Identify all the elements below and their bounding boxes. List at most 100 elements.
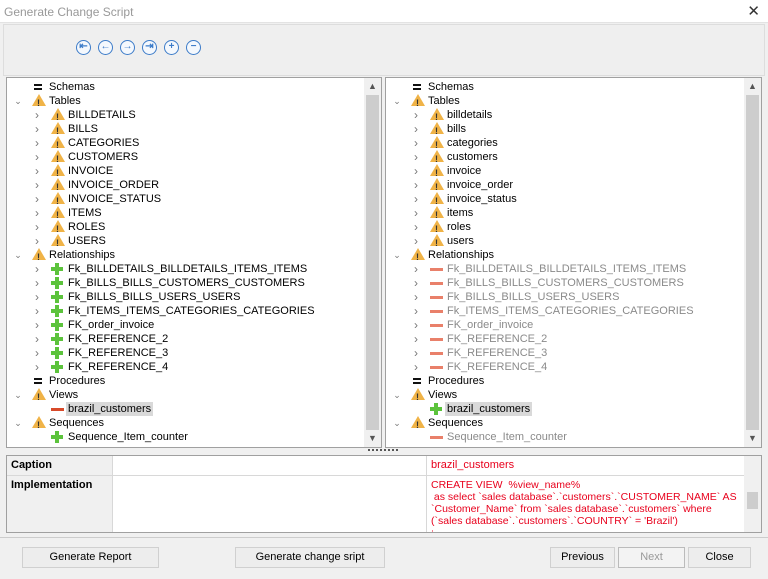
scroll-thumb[interactable] [366, 95, 379, 430]
tree-item[interactable]: › BILLDETAILS [7, 108, 362, 124]
tree-item[interactable]: › Fk_BILLDETAILS_BILLDETAILS_ITEMS_ITEMS [386, 262, 741, 276]
tree-item[interactable]: ⌄ Sequences [7, 416, 362, 432]
tree-item[interactable]: › INVOICE [7, 164, 362, 180]
chevron-right-icon[interactable]: › [411, 276, 421, 290]
chevron-right-icon[interactable]: › [411, 220, 421, 234]
tree-item[interactable]: › FK_REFERENCE_4 [7, 360, 362, 374]
tree-item[interactable]: brazil_customers [7, 402, 362, 416]
tree-item[interactable]: › Fk_BILLDETAILS_BILLDETAILS_ITEMS_ITEMS [7, 262, 362, 276]
next-button[interactable]: Next [618, 547, 685, 568]
tree-item[interactable]: ⌄ Relationships [386, 248, 741, 264]
expand-icon[interactable]: + [164, 40, 179, 55]
chevron-right-icon[interactable]: › [32, 360, 42, 374]
chevron-down-icon[interactable]: ⌄ [392, 416, 402, 430]
chevron-down-icon[interactable]: ⌄ [392, 388, 402, 402]
chevron-right-icon[interactable]: › [411, 206, 421, 220]
chevron-right-icon[interactable]: › [32, 164, 42, 178]
chevron-down-icon[interactable]: ⌄ [13, 94, 23, 108]
tree-item[interactable]: › categories [386, 136, 741, 152]
chevron-down-icon[interactable]: ⌄ [392, 248, 402, 262]
tree-item[interactable]: › items [386, 206, 741, 222]
chevron-down-icon[interactable]: ⌄ [13, 248, 23, 262]
chevron-down-icon[interactable]: ⌄ [13, 416, 23, 430]
tree-item[interactable]: › FK_order_invoice [386, 318, 741, 332]
tree-item[interactable]: ⌄ Views [7, 388, 362, 404]
chevron-right-icon[interactable]: › [32, 262, 42, 276]
chevron-down-icon[interactable]: ⌄ [392, 94, 402, 108]
chevron-right-icon[interactable]: › [32, 136, 42, 150]
tree-item[interactable]: Sequence_Item_counter [386, 430, 741, 444]
scroll-thumb[interactable] [746, 95, 759, 430]
tree-item[interactable]: › FK_REFERENCE_2 [7, 332, 362, 346]
chevron-right-icon[interactable]: › [411, 262, 421, 276]
chevron-right-icon[interactable]: › [32, 346, 42, 360]
chevron-right-icon[interactable]: › [411, 150, 421, 164]
chevron-right-icon[interactable]: › [32, 122, 42, 136]
tree-item[interactable]: ⌄ Sequences [386, 416, 741, 432]
tree-item[interactable]: Schemas [7, 80, 362, 94]
scroll-up-icon[interactable]: ▲ [364, 78, 381, 95]
tree-item[interactable]: ⌄ Tables [386, 94, 741, 110]
tree-item[interactable]: › bills [386, 122, 741, 138]
tree-item[interactable]: › FK_REFERENCE_3 [7, 346, 362, 360]
close-icon[interactable]: ✕ [747, 2, 760, 20]
chevron-right-icon[interactable]: › [32, 178, 42, 192]
scroll-down-icon[interactable]: ▼ [744, 430, 761, 447]
tree-item[interactable]: › FK_order_invoice [7, 318, 362, 332]
tree-item[interactable]: Sequence_Item_counter [7, 430, 362, 444]
chevron-right-icon[interactable]: › [32, 220, 42, 234]
collapse-icon[interactable]: − [186, 40, 201, 55]
chevron-right-icon[interactable]: › [411, 122, 421, 136]
chevron-right-icon[interactable]: › [32, 108, 42, 122]
tree-item[interactable]: › FK_REFERENCE_3 [386, 346, 741, 360]
tree-item[interactable]: › invoice [386, 164, 741, 180]
tree-item[interactable]: › Fk_BILLS_BILLS_CUSTOMERS_CUSTOMERS [7, 276, 362, 290]
tree-item[interactable]: Procedures [386, 374, 741, 388]
tree-item[interactable]: brazil_customers [386, 402, 741, 416]
tree-item[interactable]: › FK_REFERENCE_2 [386, 332, 741, 346]
chevron-right-icon[interactable]: › [32, 150, 42, 164]
tree-item[interactable]: ⌄ Tables [7, 94, 362, 110]
tree-item[interactable]: › Fk_BILLS_BILLS_USERS_USERS [7, 290, 362, 304]
chevron-right-icon[interactable]: › [32, 318, 42, 332]
target-tree-scrollbar[interactable]: ▲ ▼ [744, 78, 761, 447]
last-icon[interactable]: ⇥ [142, 40, 157, 55]
chevron-right-icon[interactable]: › [411, 346, 421, 360]
tree-item[interactable]: › invoice_status [386, 192, 741, 208]
scroll-thumb[interactable] [747, 492, 758, 509]
chevron-right-icon[interactable]: › [411, 304, 421, 318]
chevron-right-icon[interactable]: › [32, 304, 42, 318]
splitter-handle[interactable] [368, 449, 398, 452]
tree-item[interactable]: › ITEMS [7, 206, 362, 222]
chevron-right-icon[interactable]: › [411, 318, 421, 332]
chevron-right-icon[interactable]: › [411, 234, 421, 248]
tree-item[interactable]: › FK_REFERENCE_4 [386, 360, 741, 374]
scroll-up-icon[interactable]: ▲ [744, 78, 761, 95]
chevron-right-icon[interactable]: › [411, 332, 421, 346]
chevron-right-icon[interactable]: › [411, 192, 421, 206]
source-tree-scrollbar[interactable]: ▲ ▼ [364, 78, 381, 447]
tree-item[interactable]: › CATEGORIES [7, 136, 362, 152]
tree-item[interactable]: ⌄ Views [386, 388, 741, 404]
chevron-down-icon[interactable]: ⌄ [13, 388, 23, 402]
tree-item[interactable]: › billdetails [386, 108, 741, 124]
chevron-right-icon[interactable]: › [32, 290, 42, 304]
tree-item[interactable]: › INVOICE_ORDER [7, 178, 362, 194]
chevron-right-icon[interactable]: › [411, 136, 421, 150]
scroll-down-icon[interactable]: ▼ [364, 430, 381, 447]
chevron-right-icon[interactable]: › [411, 108, 421, 122]
tree-item[interactable]: › users [386, 234, 741, 250]
chevron-right-icon[interactable]: › [411, 290, 421, 304]
next-icon[interactable]: → [120, 40, 135, 55]
tree-item[interactable]: › roles [386, 220, 741, 236]
generate-change-script-button[interactable]: Generate change sript [235, 547, 385, 568]
chevron-right-icon[interactable]: › [411, 360, 421, 374]
tree-item[interactable]: › invoice_order [386, 178, 741, 194]
tree-item[interactable]: ⌄ Relationships [7, 248, 362, 264]
tree-item[interactable]: › BILLS [7, 122, 362, 138]
generate-report-button[interactable]: Generate Report [22, 547, 159, 568]
tree-item[interactable]: Schemas [386, 80, 741, 94]
tree-item[interactable]: › INVOICE_STATUS [7, 192, 362, 208]
chevron-right-icon[interactable]: › [411, 178, 421, 192]
chevron-right-icon[interactable]: › [32, 206, 42, 220]
